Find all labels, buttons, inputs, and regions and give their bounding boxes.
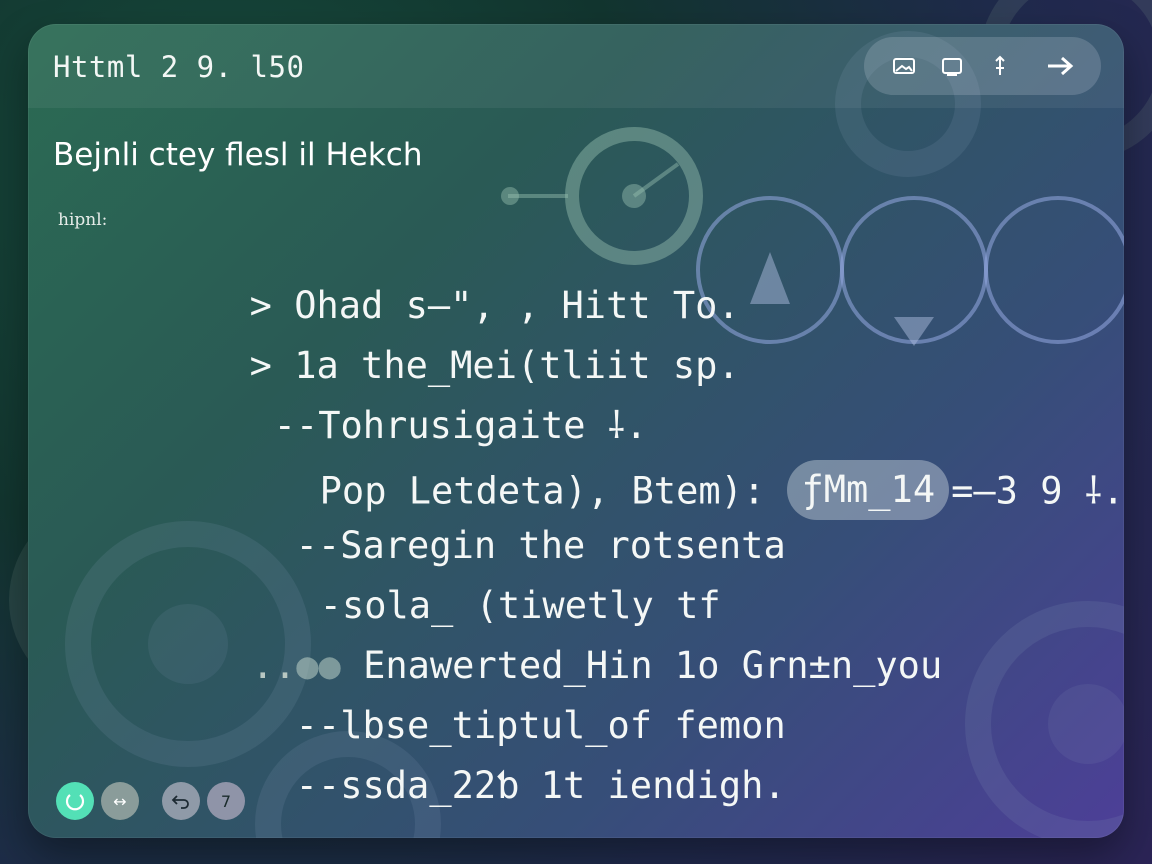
undo-icon [171, 795, 189, 809]
code-line: ..●● Enawerted_Hin 1o Grn±n_you [118, 597, 943, 687]
line-suffix: =–3 9 ⸸. [951, 469, 1124, 513]
code-block: > Ohad s–", , Hitt To. > 1a the_Mei(tlii… [28, 24, 1124, 807]
swap-button[interactable]: ↔ [101, 782, 139, 820]
image-button[interactable] [888, 50, 920, 82]
swap-icon: ↔ [113, 791, 127, 811]
resize-button[interactable] [984, 50, 1016, 82]
resize-vertical-icon [995, 55, 1005, 75]
code-line: --lbse_tiptul_of femon [162, 657, 786, 747]
refresh-button[interactable] [56, 782, 94, 820]
code-line: > Ohad s–", , Hitt To. [116, 237, 740, 327]
code-line: --Saregin the rotsenta [162, 477, 786, 567]
arrow-right-icon [1048, 56, 1074, 76]
code-line: --Tohrusigaite ⸸. [140, 357, 648, 447]
help-icon: 7 [220, 791, 232, 811]
code-line: Pop Letdeta), Btem): ƒMm_14 =–3 9 ⸸. [186, 417, 1124, 520]
code-line: -sola_ (tiwetly tf [186, 537, 721, 627]
main-card: Httml 2 9. l50 Bejnli ctey flesl il Hekc [28, 24, 1124, 838]
highlighted-token[interactable]: ƒMm_14 [787, 460, 950, 520]
help-button[interactable]: 7 [207, 782, 245, 820]
line-prefix: -- [295, 764, 341, 807]
frame-icon [942, 58, 962, 76]
code-line: > 1a the_Mei(tliit sp. [116, 297, 740, 387]
frame-button[interactable] [936, 50, 968, 82]
refresh-icon [65, 794, 85, 811]
toolbar [864, 37, 1101, 95]
next-button[interactable] [1044, 50, 1076, 82]
code-line: --ssda_22ƅ 1t iendigh. [162, 717, 786, 807]
undo-button[interactable] [162, 782, 200, 820]
image-icon [893, 58, 915, 74]
line-text: ssda_22ƅ 1t iendigh. [340, 764, 786, 807]
